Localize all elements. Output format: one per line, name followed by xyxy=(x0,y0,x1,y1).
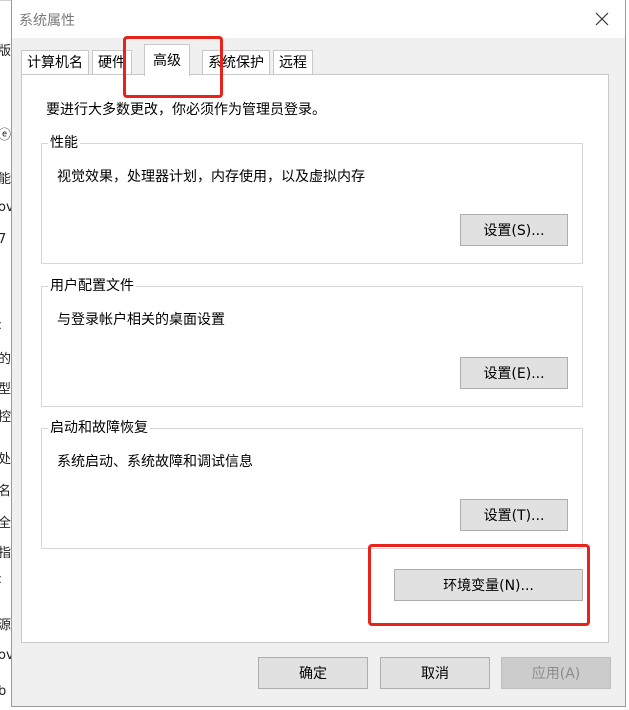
background-text: 的 xyxy=(0,352,11,367)
startup-recovery-settings-button[interactable]: 设置(T)... xyxy=(460,499,568,531)
startup-recovery-description: 系统启动、系统故障和调试信息 xyxy=(57,454,253,470)
background-text: 指 xyxy=(0,546,11,561)
background-text: ov xyxy=(0,648,11,663)
tab-strip: 计算机名 硬件 高级 系统保护 远程 xyxy=(12,44,625,76)
background-text: 处 xyxy=(0,452,11,467)
performance-group-title: 性能 xyxy=(48,134,80,152)
background-icon: ⓔ xyxy=(0,128,11,143)
ok-button[interactable]: 确定 xyxy=(258,657,368,689)
system-properties-dialog: 系统属性 计算机名 硬件 高级 系统保护 远程 要进行大多数更改，你必须作为管理… xyxy=(11,0,626,707)
tab-system-protection[interactable]: 系统保护 xyxy=(202,50,270,74)
background-text: 版 xyxy=(0,44,11,59)
startup-recovery-group: 启动和故障恢复 系统启动、系统故障和调试信息 设置(T)... xyxy=(41,419,583,549)
background-text: 能 xyxy=(0,172,11,187)
close-button[interactable] xyxy=(579,0,625,38)
close-icon xyxy=(595,12,609,26)
background-text: ov xyxy=(0,200,11,215)
advanced-tab-panel: 要进行大多数更改，你必须作为管理员登录。 性能 视觉效果，处理器计划，内存使用，… xyxy=(21,74,609,643)
tab-remote[interactable]: 远程 xyxy=(273,50,313,74)
background-window-edge: 版 ⓔ 能 ov 7 ː 的 型 控 处 名 全 指 ː 源 ov b xyxy=(0,0,11,710)
background-text: ː xyxy=(0,318,3,333)
apply-button[interactable]: 应用(A) xyxy=(501,657,611,689)
background-text: ː xyxy=(0,572,3,587)
tab-computer-name[interactable]: 计算机名 xyxy=(21,50,89,74)
background-text: 全 xyxy=(0,516,11,531)
user-profiles-group: 用户配置文件 与登录帐户相关的桌面设置 设置(E)... xyxy=(41,277,583,407)
performance-group: 性能 视觉效果，处理器计划，内存使用，以及虚拟内存 设置(S)... xyxy=(41,134,583,264)
background-text: b xyxy=(0,684,7,699)
background-text: 控 xyxy=(0,410,11,425)
title-bar[interactable]: 系统属性 xyxy=(12,0,625,38)
cancel-button[interactable]: 取消 xyxy=(380,657,490,689)
tab-advanced[interactable]: 高级 xyxy=(144,44,190,76)
admin-notice: 要进行大多数更改，你必须作为管理员登录。 xyxy=(46,102,326,118)
dialog-title: 系统属性 xyxy=(19,13,75,29)
background-text: 型 xyxy=(0,382,11,397)
user-profiles-group-title: 用户配置文件 xyxy=(48,277,136,295)
user-profiles-settings-button[interactable]: 设置(E)... xyxy=(460,357,568,389)
background-text: 源 xyxy=(0,618,11,633)
performance-description: 视觉效果，处理器计划，内存使用，以及虚拟内存 xyxy=(57,169,365,185)
background-text: 名 xyxy=(0,484,11,499)
background-text: 7 xyxy=(0,232,7,247)
tab-hardware[interactable]: 硬件 xyxy=(92,50,132,74)
user-profiles-description: 与登录帐户相关的桌面设置 xyxy=(57,312,225,328)
environment-variables-button[interactable]: 环境变量(N)... xyxy=(394,569,583,601)
performance-settings-button[interactable]: 设置(S)... xyxy=(460,214,568,246)
startup-recovery-group-title: 启动和故障恢复 xyxy=(48,419,150,437)
background-divider xyxy=(0,0,11,1)
